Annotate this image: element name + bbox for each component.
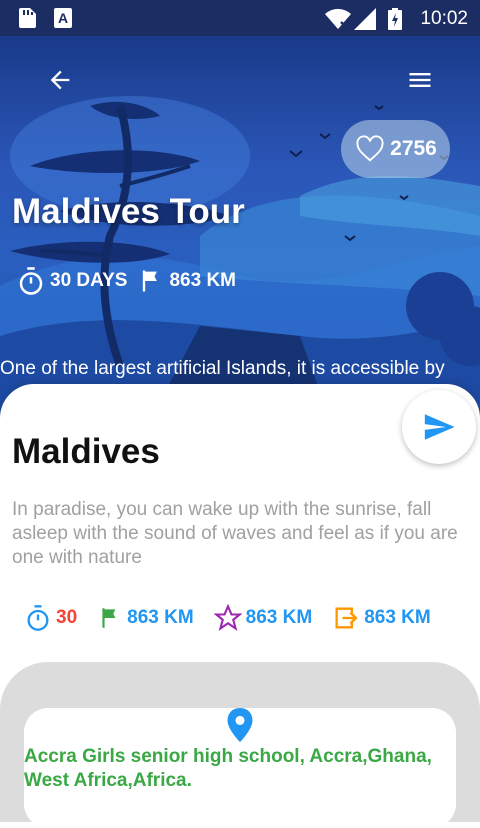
flag-value: 863 KM xyxy=(127,607,194,628)
star-value: 863 KM xyxy=(245,607,313,628)
flag-stat: 863 KM xyxy=(97,605,194,631)
timer-icon xyxy=(19,267,43,295)
wifi-icon xyxy=(325,8,351,30)
menu-button[interactable] xyxy=(400,60,440,100)
likes-button[interactable]: 2756 xyxy=(341,120,450,178)
sd-card-icon xyxy=(19,8,36,28)
address-text: Accra Girls senior high school, Accra,Gh… xyxy=(24,746,432,791)
send-icon xyxy=(424,414,455,440)
battery-icon xyxy=(388,8,402,30)
card-description: In paradise, you can wake up with the su… xyxy=(12,499,458,568)
likes-count: 2756 xyxy=(390,137,437,160)
back-button[interactable] xyxy=(40,60,80,100)
tour-title: Maldives Tour xyxy=(12,192,245,231)
location-pin-icon xyxy=(227,708,253,742)
card-title: Maldives xyxy=(12,432,160,471)
menu-icon xyxy=(409,73,431,87)
duration-text: 30 DAYS xyxy=(50,270,128,291)
signal-icon xyxy=(354,8,376,30)
exit-value: 863 KM xyxy=(364,607,431,628)
distance-text: 863 KM xyxy=(169,270,236,291)
font-icon: A xyxy=(54,8,72,28)
duration-stat: 30 DAYS xyxy=(16,266,127,296)
tour-description: One of the largest artificial Islands, i… xyxy=(0,358,445,379)
svg-text:A: A xyxy=(58,10,68,26)
hero-banner: 2756 Maldives Tour 30 DAYS 863 KM One of… xyxy=(0,36,480,420)
card-stats-row: 30 863 KM 863 KM 863 KM xyxy=(24,604,464,632)
timer-icon xyxy=(27,605,49,631)
heart-icon xyxy=(356,135,384,162)
timer-stat: 30 xyxy=(24,604,77,632)
tour-stats: 30 DAYS 863 KM xyxy=(16,266,246,296)
flag-icon xyxy=(102,608,116,628)
back-arrow-icon xyxy=(50,70,70,90)
star-icon xyxy=(213,604,242,631)
exit-icon xyxy=(335,607,358,629)
timer-value: 30 xyxy=(56,607,78,628)
status-bar: A 10:02 xyxy=(0,0,480,36)
distance-stat: 863 KM xyxy=(137,267,236,295)
send-button[interactable] xyxy=(402,390,476,464)
star-stat: 863 KM xyxy=(213,604,313,632)
flag-icon xyxy=(143,270,158,292)
status-time: 10:02 xyxy=(420,8,468,29)
exit-stat: 863 KM xyxy=(332,604,431,632)
